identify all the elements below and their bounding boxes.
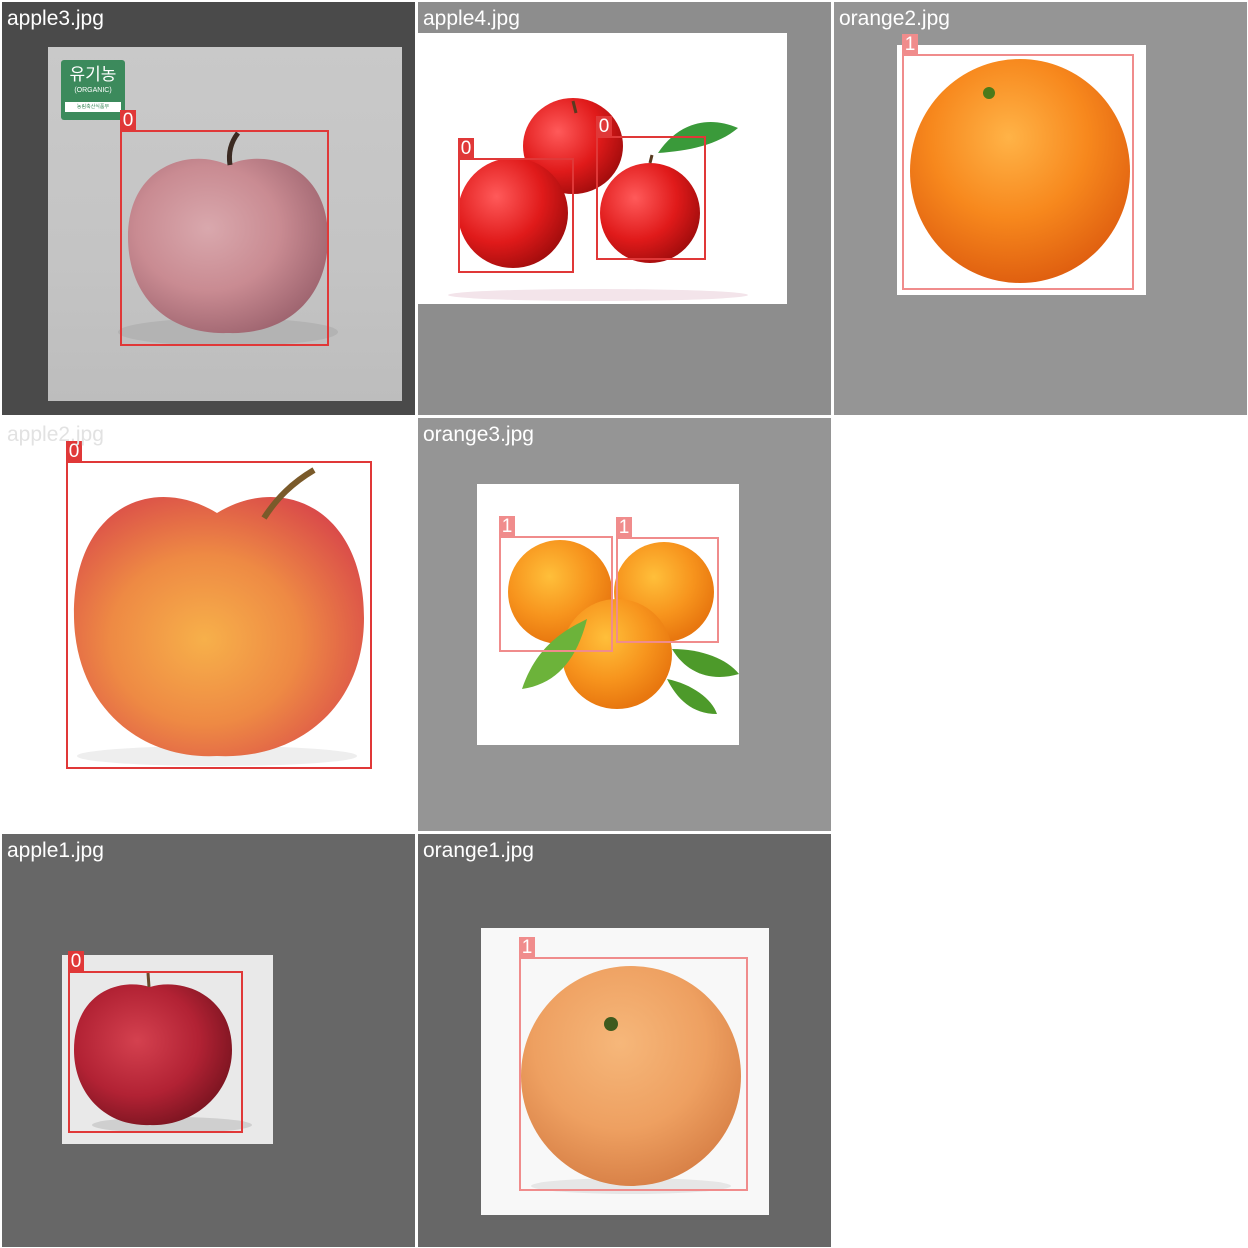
bbox-class-0[interactable]: 0 bbox=[68, 951, 243, 1133]
bbox-class-1[interactable]: 1 bbox=[902, 34, 1134, 290]
bbox-class-label: 1 bbox=[519, 937, 535, 958]
tile-orange3[interactable]: 1 1 orange3.jpg bbox=[418, 418, 831, 831]
organic-badge: 유기농 (ORGANIC) 농림축산식품부 bbox=[61, 60, 125, 120]
bbox-class-1[interactable]: 1 bbox=[519, 937, 748, 1191]
tile-apple2[interactable]: 0 apple2.jpg bbox=[2, 418, 415, 831]
bbox-class-0[interactable]: 0 bbox=[596, 116, 706, 260]
bbox-class-label: 1 bbox=[902, 34, 918, 55]
tile-filename: apple1.jpg bbox=[7, 839, 104, 862]
organic-badge-english: (ORGANIC) bbox=[74, 87, 112, 94]
tile-orange2[interactable]: 1 orange2.jpg bbox=[834, 2, 1247, 415]
bbox-class-label: 1 bbox=[616, 517, 632, 538]
tile-filename: orange2.jpg bbox=[839, 7, 950, 30]
tile-filename: orange3.jpg bbox=[423, 423, 534, 446]
tile-filename: apple2.jpg bbox=[7, 423, 104, 446]
bbox-class-0[interactable]: 0 bbox=[458, 138, 574, 273]
bbox-class-0[interactable]: 0 bbox=[66, 441, 372, 769]
organic-badge-korean: 유기농 bbox=[69, 65, 117, 85]
tile-apple4[interactable]: 0 0 apple4.jpg bbox=[418, 2, 831, 415]
tile-filename: apple4.jpg bbox=[423, 7, 520, 30]
organic-badge-small: 농림축산식품부 bbox=[65, 102, 121, 112]
detection-results-grid: 유기농 (ORGANIC) 농림축산식품부 0 apple3.jpg 0 0 a… bbox=[0, 0, 1248, 1248]
bbox-class-0[interactable]: 0 bbox=[120, 110, 329, 346]
bbox-class-label: 0 bbox=[68, 951, 84, 972]
bbox-class-label: 1 bbox=[499, 516, 515, 537]
tile-apple1[interactable]: 0 apple1.jpg bbox=[2, 834, 415, 1247]
tile-filename: apple3.jpg bbox=[7, 7, 104, 30]
tile-orange1[interactable]: 1 orange1.jpg bbox=[418, 834, 831, 1247]
bbox-class-label: 0 bbox=[458, 138, 474, 159]
bbox-class-1[interactable]: 1 bbox=[616, 517, 719, 643]
bbox-class-1[interactable]: 1 bbox=[499, 516, 613, 652]
tile-apple3[interactable]: 유기농 (ORGANIC) 농림축산식품부 0 apple3.jpg bbox=[2, 2, 415, 415]
tile-filename: orange1.jpg bbox=[423, 839, 534, 862]
bbox-class-label: 0 bbox=[596, 116, 612, 137]
bbox-class-label: 0 bbox=[120, 110, 136, 131]
